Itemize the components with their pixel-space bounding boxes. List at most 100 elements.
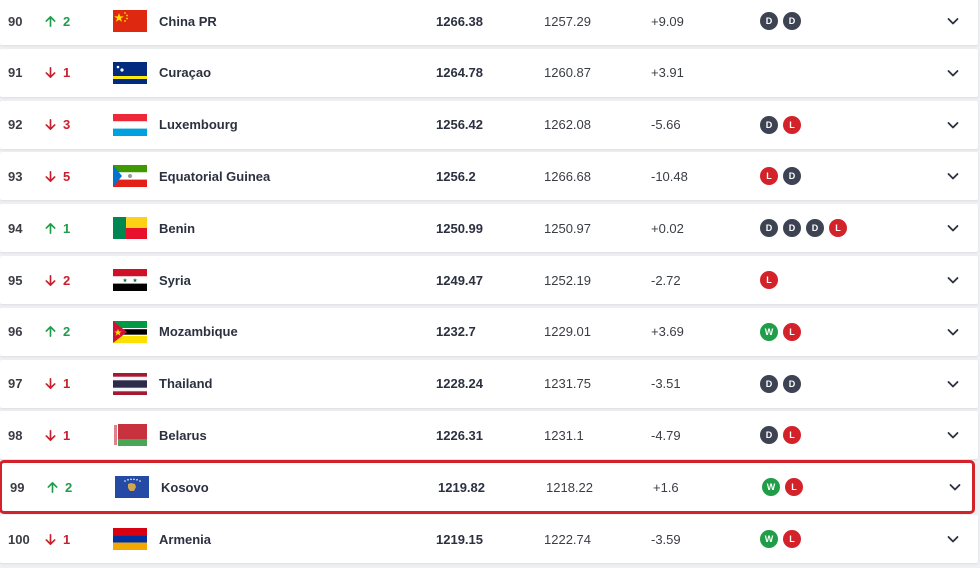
previous-points: 1231.75	[544, 376, 591, 392]
result-badge: L	[783, 322, 801, 341]
team-name[interactable]: Syria	[159, 256, 191, 304]
flag-luxembourg-icon	[113, 101, 147, 149]
result-badge: D	[783, 167, 801, 186]
team-name[interactable]: Mozambique	[159, 308, 238, 356]
result-badge: L	[785, 478, 803, 497]
recent-form: DD	[760, 360, 801, 408]
rank-number: 90	[8, 13, 23, 29]
points-difference: -5.66	[651, 117, 681, 133]
movement-count: 3	[63, 117, 71, 133]
result-badge: L	[783, 426, 801, 445]
rank-number: 96	[8, 324, 23, 340]
flag-mozambique-icon	[113, 308, 147, 356]
movement-count: 1	[63, 220, 71, 236]
points-difference: +3.69	[651, 324, 684, 340]
rank-movement: 5	[44, 152, 70, 200]
result-badge: L	[783, 115, 801, 134]
rank-movement: 3	[44, 101, 70, 149]
rank-number: 100	[8, 531, 30, 547]
team-name[interactable]: Armenia	[159, 515, 211, 563]
rank-movement: 2	[44, 308, 70, 356]
table-row[interactable]: 95 2 Syria 1249.47 1252.19 -2.72 L	[0, 256, 978, 304]
arrow-down-icon	[44, 274, 57, 287]
arrow-up-icon	[44, 325, 57, 338]
table-row[interactable]: 98 1 Belarus 1226.31 1231.1 -4.79 D L	[0, 411, 978, 460]
rank-number: 95	[8, 272, 23, 288]
result-badge: D	[760, 115, 778, 134]
chevron-down-icon[interactable]	[946, 256, 960, 304]
recent-form: WL	[760, 308, 801, 356]
previous-points: 1252.19	[544, 272, 591, 288]
chevron-down-icon[interactable]	[946, 204, 960, 252]
result-badge: D	[783, 374, 801, 393]
result-badge: D	[760, 12, 778, 30]
flag-thailand-icon	[113, 360, 147, 408]
rank-number: 98	[8, 427, 23, 443]
recent-form: L	[760, 256, 778, 304]
chevron-down-icon[interactable]	[946, 515, 960, 563]
flag-kosovo-icon	[115, 463, 149, 511]
table-row[interactable]: 97 1 Thailand 1228.24 1231.75 -3.51 D D	[0, 359, 978, 408]
movement-count: 1	[63, 376, 71, 392]
team-name[interactable]: Curaçao	[159, 49, 211, 97]
result-badge: L	[783, 530, 801, 548]
flag-eqguinea-icon	[113, 152, 147, 200]
result-badge: W	[760, 530, 778, 548]
flag-china-icon	[113, 0, 147, 45]
table-row[interactable]: 100 1 Armenia 1219.15 1222.74 -3.59 W L	[0, 515, 978, 563]
previous-points: 1260.87	[544, 65, 591, 81]
chevron-down-icon[interactable]	[946, 49, 960, 97]
team-name[interactable]: Thailand	[159, 360, 212, 408]
arrow-up-icon	[44, 15, 57, 28]
table-row[interactable]: 92 3 Luxembourg 1256.42 1262.08 -5.66 D L	[0, 100, 978, 149]
previous-points: 1218.22	[546, 479, 593, 495]
team-name[interactable]: China PR	[159, 0, 217, 45]
result-badge: D	[783, 12, 801, 30]
result-badge: W	[762, 478, 780, 497]
total-points: 1226.31	[436, 427, 483, 443]
chevron-down-icon[interactable]	[946, 0, 960, 45]
table-row[interactable]: 93 5 Equatorial Guinea 1256.2 1266.68 -10.48 L…	[0, 152, 978, 201]
points-difference: +0.02	[651, 220, 684, 236]
arrow-down-icon	[44, 170, 57, 183]
chevron-down-icon[interactable]	[946, 360, 960, 408]
rank-number: 97	[8, 376, 23, 392]
chevron-down-icon[interactable]	[946, 101, 960, 149]
team-name[interactable]: Equatorial Guinea	[159, 152, 270, 200]
team-name[interactable]: Kosovo	[161, 463, 209, 511]
rank-number: 99	[10, 479, 25, 495]
team-name[interactable]: Belarus	[159, 411, 207, 459]
result-badge: D	[783, 219, 801, 238]
table-row[interactable]: 91 1 Curaçao 1264.78 1260.87 +3.91	[0, 48, 978, 97]
previous-points: 1250.97	[544, 220, 591, 236]
total-points: 1249.47	[436, 272, 483, 288]
total-points: 1264.78	[436, 65, 483, 81]
result-badge: D	[760, 374, 778, 393]
table-row-highlighted[interactable]: 99 2 Kosovo 1219.82 1218.22 +1.6 W L	[0, 460, 975, 515]
movement-count: 2	[65, 479, 73, 495]
total-points: 1219.15	[436, 531, 483, 547]
table-row[interactable]: 96 2 Mozambique 1232.7 1229.01 +3.69 W L	[0, 307, 978, 356]
result-badge: D	[760, 219, 778, 238]
recent-form: WL	[760, 515, 801, 563]
flag-belarus-icon	[113, 411, 147, 459]
chevron-down-icon[interactable]	[946, 411, 960, 459]
rank-movement: 2	[44, 0, 70, 45]
movement-count: 2	[63, 13, 71, 29]
points-difference: +1.6	[653, 479, 679, 495]
previous-points: 1231.1	[544, 427, 584, 443]
recent-form: DL	[760, 411, 801, 459]
arrow-down-icon	[44, 533, 57, 546]
team-name[interactable]: Luxembourg	[159, 101, 238, 149]
chevron-down-icon[interactable]	[946, 152, 960, 200]
chevron-down-icon[interactable]	[946, 308, 960, 356]
team-name[interactable]: Benin	[159, 204, 195, 252]
table-row[interactable]: 90 2 China PR 1266.38 1257.29 +9.09 D D	[0, 0, 978, 45]
result-badge: L	[760, 271, 778, 289]
movement-count: 1	[63, 427, 71, 443]
table-row[interactable]: 94 1 Benin 1250.99 1250.97 +0.02 D D D L	[0, 204, 978, 253]
points-difference: +9.09	[651, 13, 684, 29]
chevron-down-icon[interactable]	[948, 463, 962, 511]
rank-number: 94	[8, 220, 23, 236]
result-badge: D	[806, 219, 824, 238]
